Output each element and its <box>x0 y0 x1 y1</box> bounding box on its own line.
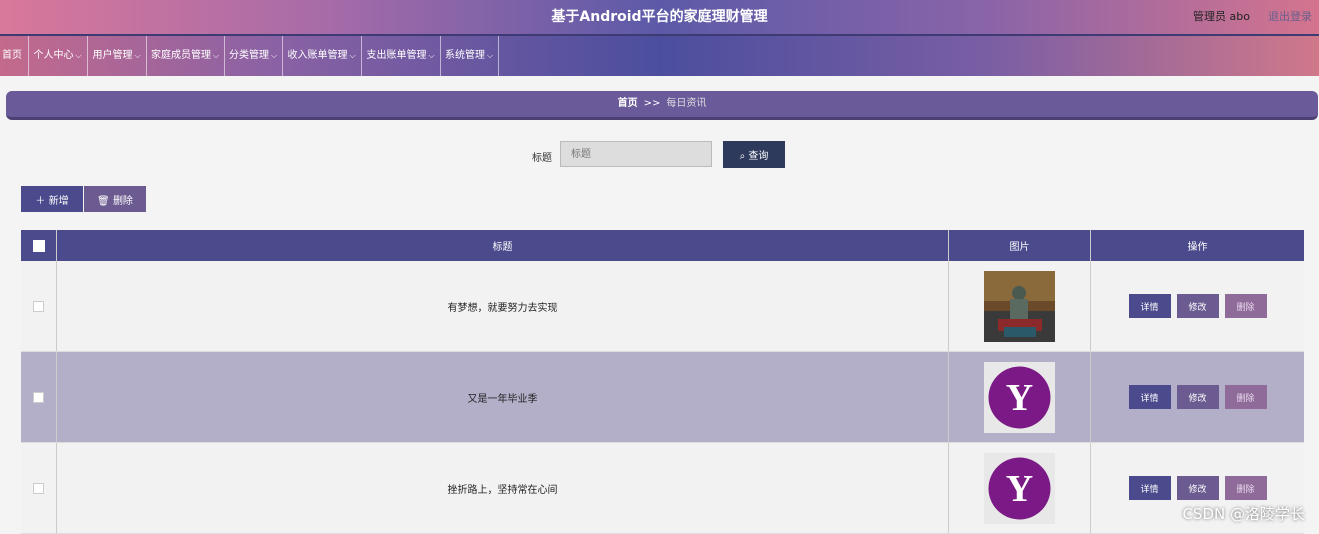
table-row: 挫折路上，坚持常在心间 Y 详情 修改 删除 <box>21 443 1304 534</box>
nav-item-income-bills[interactable]: 收入账单管理 ⌵ <box>282 36 362 76</box>
main-nav: 首页 个人中心 ⌵ 用户管理 ⌵ 家庭成员管理 ⌵ 分类管理 ⌵ 收入账单管理 ⌵ 支出账… <box>0 36 1319 76</box>
svg-text:Y: Y <box>1006 468 1033 510</box>
svg-text:Y: Y <box>1006 377 1033 419</box>
remove-button[interactable]: 删除 <box>1224 476 1267 500</box>
trash-icon: 🗑 <box>97 195 110 207</box>
news-table: 标题 图片 操作 有梦想，就要努力去实现 详情 修改 删除 又是一年毕业季 Y … <box>21 230 1304 534</box>
search-icon: ⌕ <box>739 151 746 162</box>
remove-button[interactable]: 删除 <box>1224 385 1267 409</box>
nav-item-family-members[interactable]: 家庭成员管理 ⌵ <box>146 36 225 76</box>
search-label: 标题 <box>532 153 552 164</box>
row-title: 有梦想，就要努力去实现 <box>447 302 558 314</box>
delete-button[interactable]: 🗑 删除 <box>84 186 146 212</box>
breadcrumb-separator: >> <box>643 98 661 109</box>
add-button[interactable]: ＋ 新增 <box>21 186 83 212</box>
app-title: 基于Android平台的家庭理财管理 <box>551 9 768 25</box>
table-header: 标题 图片 操作 <box>21 230 1304 261</box>
chevron-down-icon: ⌵ <box>212 51 220 60</box>
header-actions: 操作 <box>1187 242 1208 253</box>
edit-button[interactable]: 修改 <box>1176 294 1219 318</box>
nav-item-category[interactable]: 分类管理 ⌵ <box>224 36 283 76</box>
table-row: 有梦想，就要努力去实现 详情 修改 删除 <box>21 261 1304 352</box>
search-button[interactable]: ⌕ 查询 <box>723 141 785 168</box>
edit-button[interactable]: 修改 <box>1176 476 1219 500</box>
chevron-down-icon: ⌵ <box>134 51 141 60</box>
nav-item-personal-center[interactable]: 个人中心 ⌵ <box>28 36 88 76</box>
yahoo-logo-image: Y <box>984 452 1055 524</box>
nav-item-expense-bills[interactable]: 支出账单管理 ⌵ <box>361 36 441 76</box>
header-title: 标题 <box>57 230 949 261</box>
nav-item-system[interactable]: 系统管理 ⌵ <box>440 36 499 76</box>
row-title: 挫折路上，坚持常在心间 <box>447 484 558 496</box>
row-checkbox[interactable] <box>33 300 44 312</box>
table-row: 又是一年毕业季 Y 详情 修改 删除 <box>21 352 1304 443</box>
chevron-down-icon: ⌵ <box>75 51 82 60</box>
remove-button[interactable]: 删除 <box>1224 294 1267 318</box>
app-header: 基于Android平台的家庭理财管理 管理员 abo 退出登录 <box>0 0 1319 36</box>
chevron-down-icon: ⌵ <box>349 51 356 60</box>
chevron-down-icon: ⌵ <box>486 51 494 60</box>
row-title: 又是一年毕业季 <box>467 393 538 405</box>
nav-item-user-management[interactable]: 用户管理 ⌵ <box>87 36 147 76</box>
admin-label: 管理员 abo <box>1193 10 1250 23</box>
logout-link[interactable]: 退出登录 <box>1268 8 1312 24</box>
watermark: CSDN @洛陵学长 <box>1182 505 1305 523</box>
yahoo-logo-image: Y <box>984 361 1055 433</box>
chevron-down-icon: ⌵ <box>270 51 278 60</box>
news-photo-image <box>984 270 1055 342</box>
search-input[interactable] <box>560 141 712 167</box>
detail-button[interactable]: 详情 <box>1128 294 1171 318</box>
detail-button[interactable]: 详情 <box>1128 385 1171 409</box>
chevron-down-icon: ⌵ <box>428 51 435 60</box>
row-checkbox[interactable] <box>33 482 44 494</box>
breadcrumb-home[interactable]: 首页 <box>618 98 638 109</box>
breadcrumb-current: 每日资讯 <box>666 98 707 109</box>
edit-button[interactable]: 修改 <box>1176 385 1219 409</box>
nav-item-home[interactable]: 首页 <box>0 36 29 76</box>
plus-icon: ＋ <box>35 195 46 207</box>
row-checkbox[interactable] <box>33 391 44 403</box>
detail-button[interactable]: 详情 <box>1128 476 1171 500</box>
header-image: 图片 <box>949 230 1091 261</box>
select-all-checkbox[interactable] <box>32 239 45 252</box>
breadcrumb: 首页 >> 每日资讯 <box>6 91 1318 120</box>
